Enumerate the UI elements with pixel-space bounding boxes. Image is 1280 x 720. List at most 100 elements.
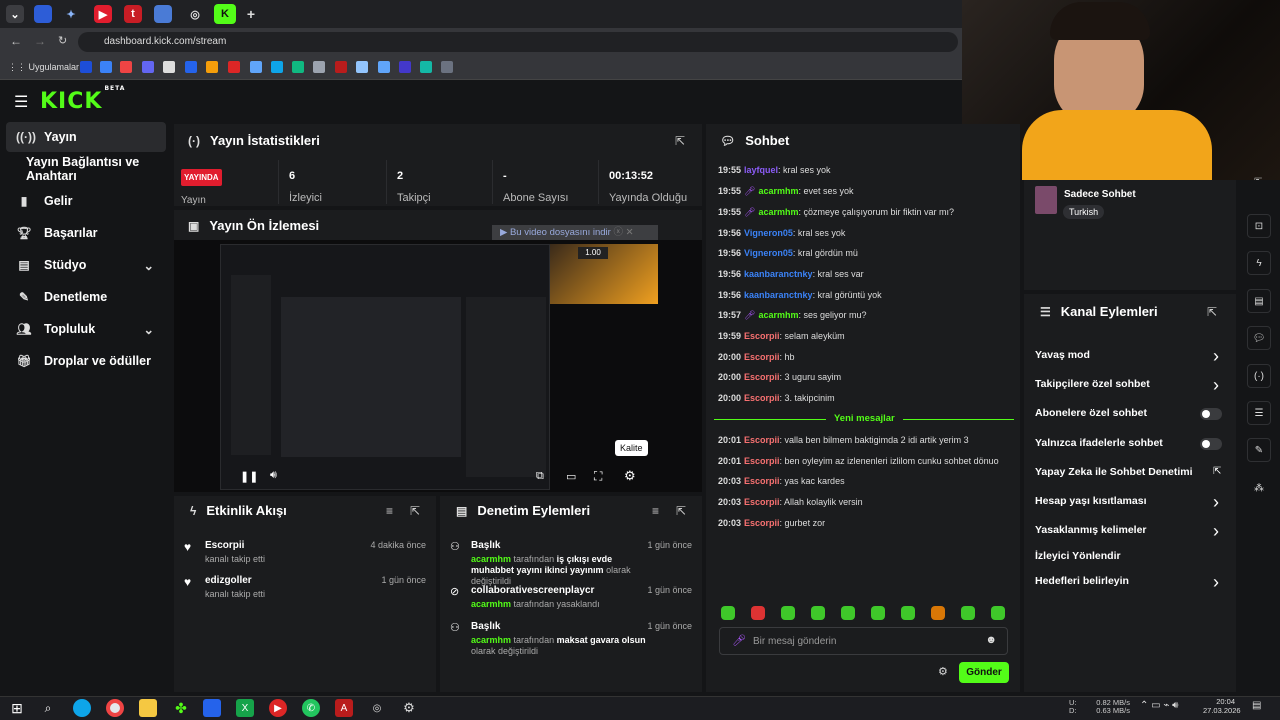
message-username[interactable]: Escorpii [744,497,780,507]
bookmark-icon[interactable] [441,61,453,73]
reload-icon[interactable]: ↻ [58,34,67,47]
message-username[interactable]: layfquel [744,165,778,175]
bookmark-icon[interactable] [378,61,390,73]
send-button[interactable]: Gönder [959,662,1009,683]
bookmark-icon[interactable] [313,61,325,73]
sidebar-item-moderation[interactable]: ✎ Denetleme [6,282,166,312]
notification-icon[interactable]: ▤ [1252,700,1261,711]
chevron-right-icon[interactable]: › [1213,521,1219,542]
clock[interactable]: 20:04 27.03.2026 [1203,697,1241,715]
edge-icon[interactable] [73,699,91,717]
sidebar-item-drops[interactable]: 🎁︎ Droplar ve ödüller [6,346,166,376]
message-username[interactable]: Escorpii [744,331,780,341]
external-link-icon[interactable]: ⇱ [1213,466,1221,477]
kick-logo[interactable]: KICKBETA [40,85,124,114]
fullscreen-icon[interactable]: ⛶ [594,469,602,484]
emote-icon[interactable] [781,606,795,620]
chevron-right-icon[interactable]: › [1213,375,1219,396]
pdf-icon[interactable]: A [335,699,353,717]
bookmark-icon[interactable] [250,61,262,73]
excel-icon[interactable]: X [236,699,254,717]
tab-kick-icon[interactable]: K [214,4,236,24]
app-icon[interactable]: ✤ [172,699,190,717]
settings-icon[interactable]: ⚙ [400,699,418,717]
bookmark-icon[interactable] [271,61,283,73]
whatsapp-icon[interactable]: ✆ [302,699,320,717]
sidebar-item-achievements[interactable]: 🏆︎ Başarılar [6,218,166,248]
bookmark-icon[interactable] [100,61,112,73]
message-username[interactable]: acarmhm [758,310,798,320]
toggle-switch[interactable] [1200,408,1222,420]
message-username[interactable]: acarmhm [758,186,798,196]
emote-icon[interactable] [751,606,765,620]
message-username[interactable]: Vigneron05 [744,228,793,238]
bookmark-icon[interactable] [80,61,92,73]
back-icon[interactable]: ← [10,34,22,48]
sidebar-item-stream[interactable]: ((·)) Yayın [6,122,166,152]
message-username[interactable]: kaanbaranctnky [744,269,813,279]
quick-action-clipboard-icon[interactable]: ▤ [1247,289,1271,313]
channel-action-item[interactable]: Takipçilere özel sohbet [1035,378,1150,390]
volume-icon[interactable]: 🔊︎ [270,469,277,482]
emote-icon[interactable] [901,606,915,620]
filter-icon[interactable]: ≡ [652,504,659,518]
quick-action-wrench-icon[interactable]: ✎ [1247,438,1271,462]
popout-icon[interactable]: ⇱ [1207,305,1217,319]
bookmark-icon[interactable] [292,61,304,73]
bookmark-icon[interactable] [120,61,132,73]
quick-action-broadcast-icon[interactable]: (·) [1247,364,1271,388]
app-icon[interactable]: ◎ [368,699,386,717]
message-username[interactable]: Escorpii [744,456,780,466]
quick-action-chat-icon[interactable]: 💬︎ [1247,326,1271,350]
sidebar-item-revenue[interactable]: ▮ Gelir [6,186,166,216]
emote-icon[interactable] [991,606,1005,620]
tab-youtube-icon[interactable]: ▶ [94,5,112,23]
emote-icon[interactable] [841,606,855,620]
message-username[interactable]: Escorpii [744,352,780,362]
tab-globe-icon[interactable]: ◎ [186,5,204,23]
pause-icon[interactable]: ❚❚ [240,470,258,483]
bookmark-icon[interactable] [228,61,240,73]
bookmark-icon[interactable] [163,61,175,73]
toggle-switch[interactable] [1200,438,1222,450]
windows-start-icon[interactable]: ⊞ [8,699,26,717]
forward-icon[interactable]: → [34,34,46,48]
sidebar-item-studio[interactable]: ▤ Stüdyo ⌄ [6,250,166,280]
bookmark-icon[interactable] [399,61,411,73]
channel-action-item[interactable]: Hedefleri belirleyin [1035,575,1129,587]
media-icon[interactable]: ▶ [269,699,287,717]
chevron-right-icon[interactable]: › [1213,492,1219,513]
channel-action-item[interactable]: Abonelere özel sohbet [1035,407,1147,419]
emote-icon[interactable] [811,606,825,620]
apps-bookmark[interactable]: ⋮⋮ Uygulamalar [8,62,79,73]
bookmark-icon[interactable] [185,61,197,73]
menu-icon[interactable]: ☰ [14,92,28,112]
channel-action-item[interactable]: Hesap yaşı kısıtlaması [1035,495,1147,507]
tab-doc-icon[interactable] [154,5,172,23]
popout-icon[interactable]: ⇱ [410,504,420,518]
bookmark-icon[interactable] [206,61,218,73]
sidebar-item-stream-key[interactable]: Yayın Bağlantısı ve Anahtarı [6,154,172,184]
bookmark-icon[interactable] [420,61,432,73]
chevron-right-icon[interactable]: › [1213,346,1219,367]
theater-icon[interactable]: ▭ [566,470,576,483]
folder-icon[interactable] [139,699,157,717]
url-field[interactable]: dashboard.kick.com/stream [78,32,958,52]
bookmark-icon[interactable] [335,61,347,73]
message-username[interactable]: Escorpii [744,435,780,445]
sidebar-item-community[interactable]: 👥︎ Topluluk ⌄ [6,314,166,344]
message-username[interactable]: Escorpii [744,393,780,403]
channel-action-item[interactable]: Yavaş mod [1035,349,1090,361]
chrome-icon[interactable] [106,699,124,717]
chat-settings-icon[interactable]: ⚙ [938,665,948,678]
emoji-icon[interactable]: ☻ [985,634,997,646]
search-icon[interactable]: ⌕ [39,699,57,717]
message-username[interactable]: Vigneron05 [744,248,793,258]
emote-icon[interactable] [721,606,735,620]
message-username[interactable]: Escorpii [744,518,780,528]
channel-action-item[interactable]: İzleyici Yönlendir [1035,550,1121,562]
new-tab-icon[interactable]: + [242,5,260,23]
filter-icon[interactable]: ≡ [386,504,393,518]
stream-preview-video[interactable]: 1.00 Kalite ❚❚ 🔊︎ ⧉ ▭ ⛶ ⚙ [174,240,702,492]
message-username[interactable]: Escorpii [744,476,780,486]
